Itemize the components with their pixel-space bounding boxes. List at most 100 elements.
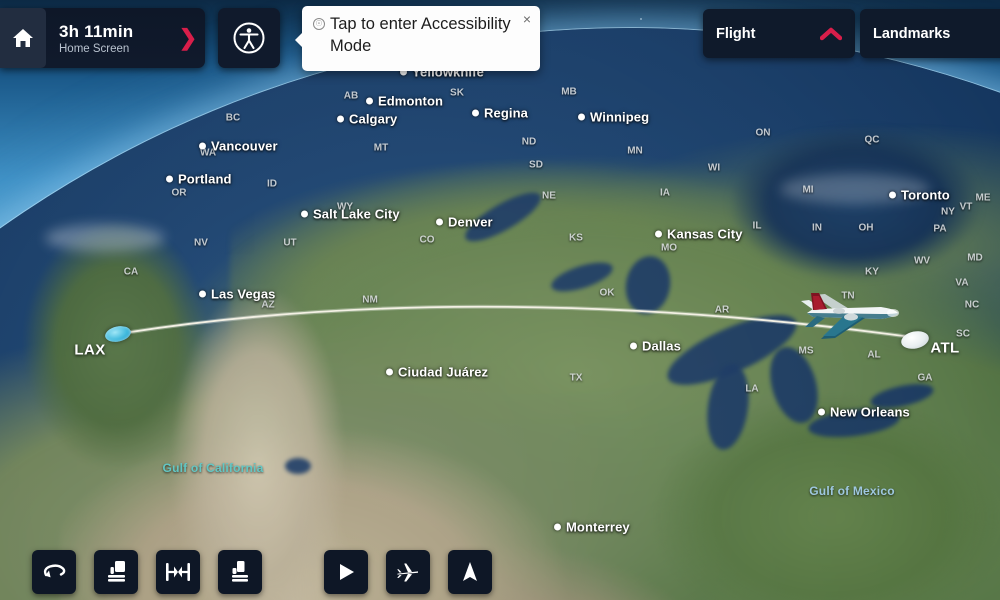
north-up-button[interactable]: [448, 550, 492, 594]
region-label: IA: [660, 187, 670, 199]
city-label: Denver: [436, 215, 493, 230]
city-label: Edmonton: [366, 94, 443, 109]
city-marker-dot: [436, 218, 443, 226]
flight-time-remaining: 3h 11min: [59, 21, 134, 41]
info-icon: ☉: [313, 18, 325, 30]
city-name: Monterrey: [566, 519, 630, 535]
tab-flight[interactable]: Flight: [703, 9, 855, 58]
region-label: OH: [858, 222, 874, 234]
home-button[interactable]: [0, 8, 46, 68]
region-label: MI: [802, 184, 814, 196]
city-name: Dallas: [642, 338, 681, 354]
city-label: Calgary: [337, 112, 397, 127]
city-marker-dot: [818, 408, 825, 416]
city-marker-dot: [655, 230, 662, 238]
region-label: NC: [964, 299, 980, 311]
region-label: KY: [865, 266, 879, 278]
city-marker-dot: [889, 191, 896, 199]
origin-label: LAX: [74, 341, 106, 359]
city-label: Las Vegas: [199, 287, 276, 302]
accessibility-button[interactable]: [218, 8, 280, 68]
aircraft-view-button[interactable]: [386, 550, 430, 594]
plane-icon: [397, 563, 418, 582]
city-name: Regina: [484, 105, 528, 121]
tab-landmarks-label: Landmarks: [873, 25, 951, 42]
city-name: Kansas City: [667, 226, 743, 242]
cloud: [45, 224, 165, 252]
water-label: Gulf of Mexico: [809, 484, 895, 498]
city-name: Toronto: [901, 187, 950, 203]
city-name: Edmonton: [378, 93, 444, 109]
region-label: SC: [956, 328, 970, 340]
region-label: NE: [542, 190, 556, 202]
region-label: WI: [707, 162, 721, 174]
region-label: MD: [967, 252, 983, 264]
region-label: MO: [660, 242, 678, 254]
city-marker-dot: [578, 113, 585, 121]
city-marker-dot: [366, 97, 373, 105]
region-label: NY: [941, 206, 955, 218]
seat-rear-icon: [232, 561, 248, 582]
accessibility-tooltip[interactable]: ☉ × Tap to enter Accessibility Mode: [295, 6, 540, 71]
forward-view-button[interactable]: [94, 550, 138, 594]
play-button[interactable]: [324, 550, 368, 594]
region-label: AR: [714, 304, 730, 316]
home-panel[interactable]: 3h 11min Home Screen ❯: [0, 8, 205, 68]
city-marker-dot: [199, 290, 206, 298]
close-icon[interactable]: ×: [523, 12, 531, 26]
region-label: ME: [975, 192, 991, 204]
region-label: MS: [798, 345, 814, 357]
region-label: CO: [419, 234, 435, 246]
city-marker-dot: [554, 523, 561, 531]
expand-chevron-icon[interactable]: ❯: [171, 25, 205, 51]
water-label: Gulf of California: [162, 461, 264, 475]
home-icon: [13, 29, 33, 47]
city-label: Salt Lake City: [301, 207, 400, 222]
tab-landmarks[interactable]: Landmarks: [860, 9, 1000, 58]
rear-view-button[interactable]: [218, 550, 262, 594]
region-label: VA: [955, 277, 969, 289]
city-marker-dot: [199, 142, 206, 150]
region-label: OK: [599, 287, 615, 299]
rotate-icon: [43, 564, 66, 578]
region-label: MN: [627, 145, 643, 157]
great-salt-lake: [285, 458, 311, 474]
city-label: Vancouver: [199, 139, 278, 154]
city-label: Regina: [472, 106, 528, 121]
tooltip-text: Tap to enter Accessibility Mode: [330, 15, 511, 55]
city-label: Winnipeg: [578, 110, 649, 125]
city-marker-dot: [166, 175, 173, 183]
wide-view-button[interactable]: [156, 550, 200, 594]
region-label: QC: [864, 134, 880, 146]
region-label: AL: [867, 349, 881, 361]
region-label: ND: [521, 136, 537, 148]
region-label: NM: [362, 294, 378, 306]
star: [640, 18, 642, 20]
rotate-view-button[interactable]: [32, 550, 76, 594]
region-label: GA: [917, 372, 933, 384]
city-label: Ciudad Juárez: [386, 365, 488, 380]
landmass-rockies: [100, 278, 430, 600]
region-label: CA: [123, 266, 139, 278]
region-label: NV: [194, 237, 208, 249]
city-marker-dot: [337, 115, 344, 123]
region-label: MT: [373, 142, 389, 154]
seat-forward-icon: [108, 561, 125, 582]
seat-wide-icon: [166, 563, 190, 581]
city-label: Toronto: [889, 188, 950, 203]
city-label: Monterrey: [554, 520, 630, 535]
city-name: Vancouver: [211, 138, 278, 154]
home-screen-label: Home Screen: [59, 42, 130, 55]
city-name: Calgary: [349, 111, 398, 127]
region-label: UT: [283, 237, 297, 249]
region-label: ID: [267, 178, 277, 190]
region-label: IL: [752, 220, 762, 232]
region-label: BC: [225, 112, 241, 124]
region-label: WV: [913, 255, 931, 267]
city-marker-dot: [630, 342, 637, 350]
flight-time-block: 3h 11min Home Screen: [46, 22, 171, 55]
region-label: IN: [812, 222, 822, 234]
city-marker-dot: [386, 368, 393, 376]
chevron-up-icon: [820, 27, 842, 40]
city-name: Las Vegas: [211, 286, 276, 302]
